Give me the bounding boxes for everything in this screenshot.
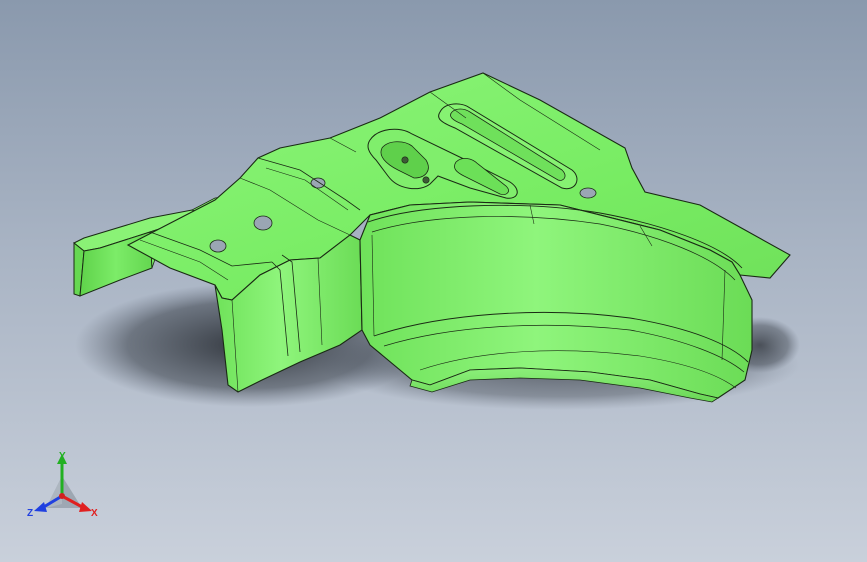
sheet-metal-part-model[interactable]	[0, 0, 867, 562]
y-axis-label: Y	[59, 451, 66, 462]
triad-origin	[59, 493, 65, 499]
coordinate-triad[interactable]: Y X Z	[24, 448, 104, 524]
z-axis-label: Z	[27, 508, 33, 519]
x-axis-label: X	[91, 508, 98, 519]
3d-viewport[interactable]: Y X Z	[0, 0, 867, 562]
